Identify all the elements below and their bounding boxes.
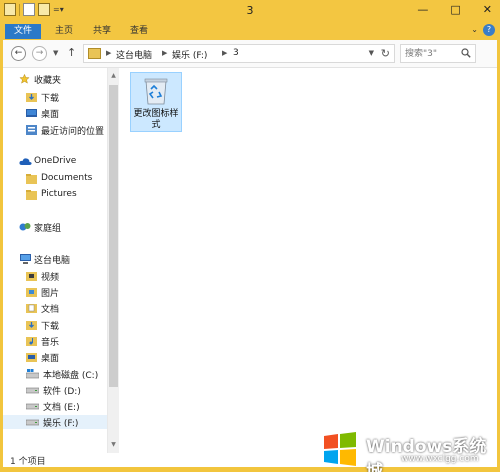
chevron-right-icon[interactable]: ▶ bbox=[222, 49, 227, 57]
homegroup-icon bbox=[19, 223, 31, 231]
breadcrumb-folder-3[interactable]: 3 bbox=[233, 48, 239, 58]
recycle-bin-icon bbox=[144, 78, 168, 105]
nav-item-pictures[interactable]: Pictures bbox=[3, 188, 107, 202]
nav-item-downloads[interactable]: 下载 bbox=[3, 90, 107, 104]
nav-item-pictures[interactable]: 图片 bbox=[3, 285, 107, 299]
minimize-button[interactable]: — bbox=[417, 3, 428, 16]
breadcrumb-drive-f[interactable]: 娱乐 (F:) bbox=[172, 48, 207, 61]
star-icon bbox=[19, 74, 30, 84]
title-bar: =▾ 3 — □ ✕ bbox=[0, 0, 500, 22]
music-folder-icon bbox=[26, 337, 37, 346]
address-history-dropdown[interactable]: ▼ bbox=[369, 49, 374, 57]
chevron-right-icon[interactable]: ▶ bbox=[162, 49, 167, 57]
downloads-folder-icon bbox=[26, 321, 37, 330]
search-icon[interactable] bbox=[461, 48, 471, 58]
drive-icon bbox=[26, 419, 39, 426]
window-controls: — □ ✕ bbox=[417, 3, 492, 16]
nav-item-recent-places[interactable]: 最近访问的位置 bbox=[3, 123, 107, 137]
nav-item-desktop[interactable]: 桌面 bbox=[3, 106, 107, 120]
nav-onedrive[interactable]: OneDrive bbox=[3, 155, 107, 169]
file-list: 更改图标样式 bbox=[120, 68, 497, 453]
watermark-url: www.wxclgg.com bbox=[401, 454, 479, 464]
desktop-icon bbox=[26, 109, 37, 117]
folder-icon bbox=[26, 190, 37, 200]
ribbon-tabs: 文件 主页 共享 查看 ⌄ ? bbox=[0, 22, 500, 40]
nav-item-drive-d[interactable]: 软件 (D:) bbox=[3, 383, 107, 397]
desktop-folder-icon bbox=[26, 353, 37, 362]
search-input[interactable] bbox=[405, 47, 459, 61]
navigation-pane: 收藏夹 下载 桌面 最近访问的位置 OneDrive Documents Pic… bbox=[3, 68, 107, 453]
address-bar[interactable]: ▶ 这台电脑 ▶ 娱乐 (F:) ▶ 3 ▼ ↻ bbox=[83, 44, 395, 63]
forward-button[interactable]: → bbox=[32, 46, 47, 61]
address-toolbar: ← → ▼ ↑ ▶ 这台电脑 ▶ 娱乐 (F:) ▶ 3 ▼ ↻ bbox=[3, 40, 497, 68]
nav-this-pc[interactable]: 这台电脑 bbox=[3, 252, 107, 266]
scroll-down-icon[interactable]: ▼ bbox=[108, 439, 119, 451]
documents-folder-icon bbox=[26, 304, 37, 313]
nav-item-drive-e[interactable]: 文档 (E:) bbox=[3, 399, 107, 413]
system-drive-icon bbox=[26, 369, 39, 379]
maximize-button[interactable]: □ bbox=[450, 3, 460, 16]
folder-icon bbox=[88, 48, 101, 59]
chevron-right-icon[interactable]: ▶ bbox=[106, 49, 111, 57]
videos-folder-icon bbox=[26, 272, 37, 281]
nav-item-documents[interactable]: 文档 bbox=[3, 301, 107, 315]
nav-homegroup[interactable]: 家庭组 bbox=[3, 220, 107, 234]
file-name: 更改图标样式 bbox=[133, 109, 179, 130]
onedrive-cloud-icon bbox=[19, 158, 32, 165]
computer-icon bbox=[20, 254, 31, 264]
nav-item-videos[interactable]: 视频 bbox=[3, 269, 107, 283]
drive-icon bbox=[26, 387, 39, 394]
scroll-up-icon[interactable]: ▲ bbox=[108, 70, 119, 82]
recent-places-icon bbox=[26, 125, 37, 135]
nav-favorites[interactable]: 收藏夹 bbox=[3, 72, 107, 86]
pictures-folder-icon bbox=[26, 288, 37, 297]
navigation-scrollbar[interactable]: ▲ ▼ bbox=[107, 68, 119, 453]
nav-item-documents[interactable]: Documents bbox=[3, 172, 107, 186]
watermark-title: Windows系统城 bbox=[366, 437, 487, 472]
expand-ribbon-icon[interactable]: ⌄ bbox=[471, 25, 478, 34]
folder-icon bbox=[26, 174, 37, 184]
recent-locations-dropdown[interactable]: ▼ bbox=[53, 49, 58, 57]
explorer-body: ← → ▼ ↑ ▶ 这台电脑 ▶ 娱乐 (F:) ▶ 3 ▼ ↻ 搜索"3" 收… bbox=[3, 40, 497, 467]
tab-share[interactable]: 共享 bbox=[87, 24, 117, 39]
nav-item-drive-f[interactable]: 娱乐 (F:) bbox=[3, 415, 107, 429]
up-button[interactable]: ↑ bbox=[67, 46, 76, 59]
back-button[interactable]: ← bbox=[11, 46, 26, 61]
scrollbar-thumb[interactable] bbox=[109, 85, 118, 387]
breadcrumb-this-pc[interactable]: 这台电脑 bbox=[116, 48, 152, 61]
drive-icon bbox=[26, 403, 39, 410]
help-icon[interactable]: ? bbox=[483, 24, 495, 36]
explorer-window: =▾ 3 — □ ✕ 文件 主页 共享 查看 ⌄ ? ← → ▼ ↑ ▶ 这台电… bbox=[0, 0, 500, 472]
nav-item-drive-c[interactable]: 本地磁盘 (C:) bbox=[3, 367, 107, 381]
tab-file[interactable]: 文件 bbox=[5, 24, 41, 39]
close-button[interactable]: ✕ bbox=[483, 3, 492, 16]
nav-item-desktop[interactable]: 桌面 bbox=[3, 350, 107, 364]
tab-view[interactable]: 查看 bbox=[124, 24, 154, 39]
search-box[interactable] bbox=[400, 44, 476, 63]
tab-home[interactable]: 主页 bbox=[49, 24, 79, 39]
refresh-icon[interactable]: ↻ bbox=[381, 47, 390, 60]
nav-item-music[interactable]: 音乐 bbox=[3, 334, 107, 348]
windows-logo-icon bbox=[324, 432, 356, 466]
watermark: Windows系统城 www.wxclgg.com bbox=[320, 430, 498, 472]
file-item[interactable]: 更改图标样式 bbox=[130, 72, 182, 132]
downloads-folder-icon bbox=[26, 93, 37, 102]
nav-item-downloads[interactable]: 下载 bbox=[3, 318, 107, 332]
item-count: 1 个项目 bbox=[10, 457, 46, 467]
